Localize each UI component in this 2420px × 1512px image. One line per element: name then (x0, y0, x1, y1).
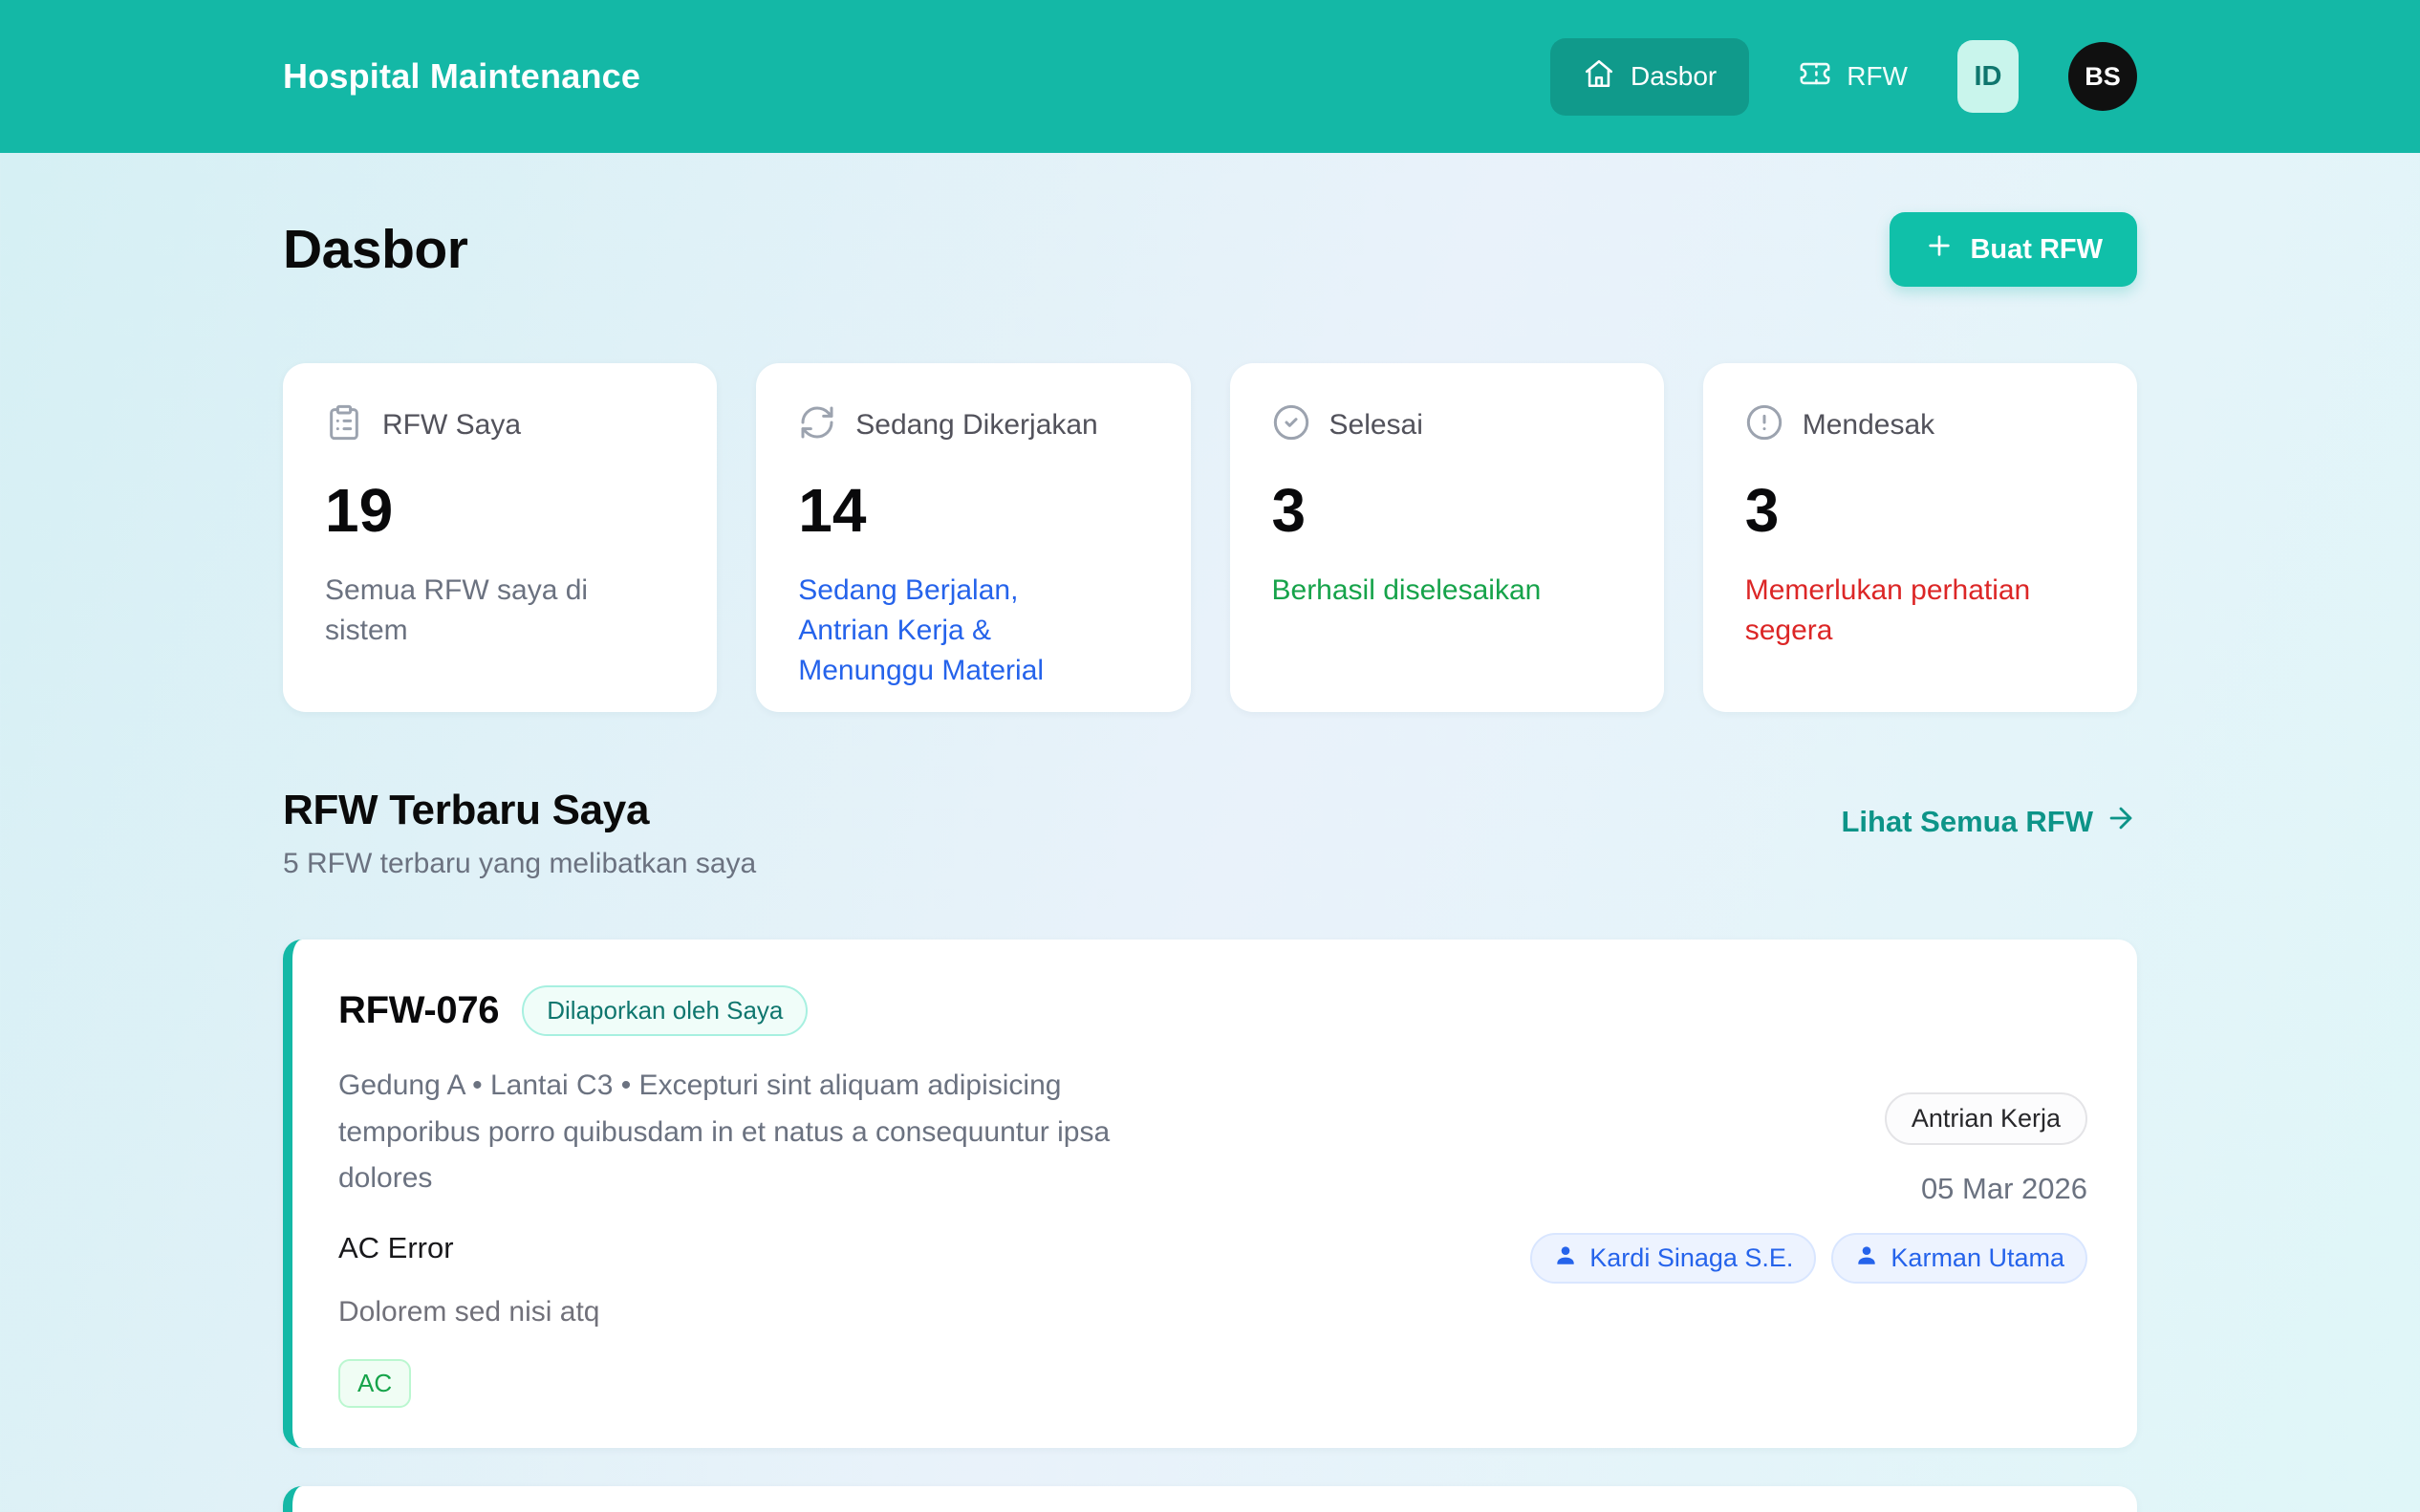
dashboard-main: Dasbor Buat RFW RFW Saya (283, 212, 2137, 1512)
nav-dasbor-label: Dasbor (1631, 61, 1717, 92)
refresh-icon (798, 403, 836, 446)
stat-description: Semua RFW saya di sistem (325, 571, 640, 651)
stat-description: Berhasil diselesaikan (1272, 571, 1588, 611)
stat-card-rfw-saya: RFW Saya 19 Semua RFW saya di sistem (283, 363, 717, 712)
section-title: RFW Terbaru Saya (283, 787, 756, 834)
stat-card-sedang-dikerjakan: Sedang Dikerjakan 14 Sedang Berjalan, An… (756, 363, 1190, 712)
stat-label: Selesai (1329, 409, 1423, 442)
stat-value: 3 (1745, 475, 2095, 546)
stat-label: Mendesak (1803, 409, 1934, 442)
alert-circle-icon (1745, 403, 1783, 446)
main-nav: Dasbor RFW ID BS (1550, 38, 2137, 116)
nav-rfw-label: RFW (1847, 61, 1908, 92)
stat-value: 3 (1272, 475, 1622, 546)
rfw-location: Gedung A • Lantai C3 • Excepturi sint al… (338, 1063, 1160, 1202)
due-date: 05 Mar 2026 (1921, 1172, 2087, 1206)
language-toggle[interactable]: ID (1957, 40, 2019, 113)
stats-row: RFW Saya 19 Semua RFW saya di sistem Sed… (283, 363, 2137, 712)
stat-description: Memerlukan perhatian segera (1745, 571, 2061, 651)
user-avatar[interactable]: BS (2068, 42, 2137, 111)
clipboard-list-icon (325, 403, 363, 446)
stat-value: 19 (325, 475, 675, 546)
view-all-label: Lihat Semua RFW (1841, 805, 2093, 839)
assignee-name: Kardi Sinaga S.E. (1589, 1243, 1793, 1273)
arrow-right-icon (2105, 802, 2137, 842)
app-title: Hospital Maintenance (283, 56, 640, 97)
stat-label: Sedang Dikerjakan (855, 409, 1098, 442)
category-tag: AC (338, 1359, 411, 1408)
ticket-icon (1799, 57, 1831, 97)
app-header: Hospital Maintenance Dasbor RFW (0, 0, 2420, 153)
view-all-rfw-link[interactable]: Lihat Semua RFW (1841, 802, 2137, 842)
rfw-card[interactable]: RFW-076 Dilaporkan oleh Saya Gedung A • … (283, 940, 2137, 1448)
stat-description: Sedang Berjalan, Antrian Kerja & Menungg… (798, 571, 1113, 691)
stat-value: 14 (798, 475, 1148, 546)
nav-rfw[interactable]: RFW (1799, 57, 1908, 97)
stat-card-selesai: Selesai 3 Berhasil diselesaikan (1230, 363, 1664, 712)
reporter-badge: Dilaporkan oleh Saya (522, 985, 808, 1036)
assignee-chip: Karman Utama (1831, 1233, 2087, 1284)
user-icon (1553, 1242, 1578, 1274)
create-rfw-button[interactable]: Buat RFW (1890, 212, 2137, 287)
home-icon (1583, 57, 1615, 97)
user-icon (1854, 1242, 1879, 1274)
status-badge: Antrian Kerja (1885, 1092, 2087, 1145)
stat-label: RFW Saya (382, 409, 521, 442)
check-circle-icon (1272, 403, 1310, 446)
assignee-chips: Kardi Sinaga S.E. Karman Utama (1530, 1233, 2087, 1284)
assignee-name: Karman Utama (1891, 1243, 2064, 1273)
plus-icon (1924, 230, 1955, 269)
rfw-description: Dolorem sed nisi atq (338, 1296, 1160, 1328)
nav-dasbor[interactable]: Dasbor (1550, 38, 1749, 116)
create-rfw-label: Buat RFW (1970, 234, 2103, 266)
stat-card-mendesak: Mendesak 3 Memerlukan perhatian segera (1703, 363, 2137, 712)
rfw-subject: AC Error (338, 1231, 1160, 1265)
rfw-id: RFW-076 (338, 989, 499, 1032)
rfw-card[interactable]: RFW-074 Dilaporkan oleh Saya Area Luar •… (283, 1486, 2137, 1512)
section-subtitle: 5 RFW terbaru yang melibatkan saya (283, 848, 756, 880)
page-title: Dasbor (283, 218, 467, 281)
assignee-chip: Kardi Sinaga S.E. (1530, 1233, 1816, 1284)
